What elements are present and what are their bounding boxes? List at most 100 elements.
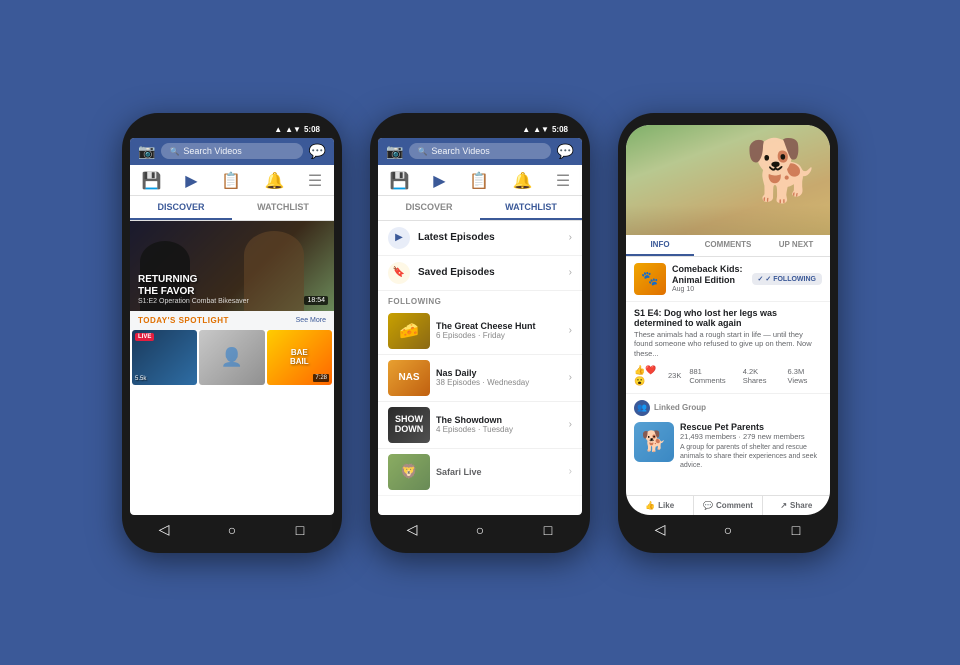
comments-count-3: 881 Comments (689, 367, 734, 385)
search-bar-2[interactable]: 🔍 Search Videos (409, 143, 550, 159)
square-btn-1[interactable]: □ (291, 521, 309, 539)
tab-save-2[interactable]: 💾 (390, 171, 410, 191)
nas-text: NAS (398, 372, 419, 383)
comment-icon-3: 💬 (703, 501, 713, 510)
saved-icon: 🔖 (388, 262, 410, 284)
tab-play-1[interactable]: ▶ (185, 171, 197, 191)
tab-bell-1[interactable]: 🔔 (264, 171, 284, 191)
search-icon-2: 🔍 (417, 147, 427, 156)
following-row-showdown[interactable]: SHOWDOWN The Showdown 4 Episodes · Tuesd… (378, 402, 582, 449)
like-icon-3: 👍 (645, 501, 655, 510)
tab-bar-1: 💾 ▶ 📋 🔔 ☰ (130, 165, 334, 196)
hero-image-1: RETURNINGTHE FAVOR S1:E2 Operation Comba… (130, 221, 334, 311)
show-thumb-3: 🐾 (634, 263, 666, 295)
saved-chevron: › (569, 267, 572, 278)
search-bar-1[interactable]: 🔍 Search Videos (161, 143, 302, 159)
like-btn-3[interactable]: 👍 Like (626, 496, 694, 515)
status-icons-1: ▲ ▲▼ 5:08 (274, 125, 320, 134)
back-btn-2[interactable]: ◁ (403, 521, 421, 539)
spotlight-header-1: TODAY'S SPOTLIGHT See More (130, 311, 334, 330)
bae-text: BAEBAIL (290, 348, 309, 366)
cheese-icon: 🧀 (399, 321, 419, 341)
back-btn-3[interactable]: ◁ (651, 521, 669, 539)
spotlight-item-1[interactable]: LIVE 5.5k (132, 330, 197, 385)
tab-menu-1[interactable]: ☰ (308, 171, 322, 191)
tab-menu-2[interactable]: ☰ (556, 171, 570, 191)
saved-episodes-row[interactable]: 🔖 Saved Episodes › (378, 256, 582, 291)
screen-2: 📷 🔍 Search Videos 💬 💾 ▶ 📋 🔔 ☰ DISCOVER W… (378, 138, 582, 515)
square-btn-3[interactable]: □ (787, 521, 805, 539)
discover-tab-1[interactable]: DISCOVER (130, 196, 232, 220)
detail-hero-3: 🐕 (626, 125, 830, 235)
share-btn-3[interactable]: ↗ Share (763, 496, 830, 515)
status-bar-1: ▲ ▲▼ 5:08 (130, 125, 334, 138)
upnext-tab-3[interactable]: UP NEXT (762, 235, 830, 256)
comments-tab-3[interactable]: COMMENTS (694, 235, 762, 256)
messenger-icon-2[interactable]: 💬 (557, 143, 574, 160)
home-btn-2[interactable]: ○ (471, 521, 489, 539)
show-info-3: Comeback Kids: Animal Edition Aug 10 (672, 264, 746, 293)
group-info-3: Rescue Pet Parents 21,493 members · 279 … (680, 422, 822, 470)
signal-icon-2: ▲▼ (533, 125, 549, 134)
linked-group-content-3: 🐕 Rescue Pet Parents 21,493 members · 27… (626, 419, 830, 476)
see-more-btn-1[interactable]: See More (296, 317, 326, 324)
following-row-safari[interactable]: 🦁 Safari Live › (378, 449, 582, 496)
tab-save-1[interactable]: 💾 (142, 171, 162, 191)
following-info-nas: Nas Daily 38 Episodes · Wednesday (436, 368, 563, 387)
tab-grid-2[interactable]: 📋 (469, 171, 489, 191)
status-icons-2: ▲ ▲▼ 5:08 (522, 125, 568, 134)
camera-icon-2[interactable]: 📷 (386, 143, 403, 160)
share-icon-3: ↗ (780, 501, 787, 510)
time-1: 5:08 (304, 125, 320, 134)
following-info-showdown: The Showdown 4 Episodes · Tuesday (436, 415, 563, 434)
safari-chevron: › (569, 466, 572, 477)
reaction-count-3: 23K (668, 371, 681, 380)
messenger-icon-1[interactable]: 💬 (309, 143, 326, 160)
screen-3: 🐕 INFO COMMENTS UP NEXT 🐾 Comeback Kids:… (626, 125, 830, 515)
hero-subtitle-1: S1:E2 Operation Combat Bikesaver (138, 298, 249, 305)
tab-bell-2[interactable]: 🔔 (512, 171, 532, 191)
latest-episodes-row[interactable]: ▶ Latest Episodes › (378, 221, 582, 256)
bottom-nav-2: ◁ ○ □ (378, 515, 582, 541)
reactions-row-3: 👍❤️😮 23K 881 Comments 4.2K Shares 6.3M V… (626, 365, 830, 394)
following-info-cheese: The Great Cheese Hunt 6 Episodes · Frida… (436, 321, 563, 340)
cheese-title: The Great Cheese Hunt (436, 321, 563, 331)
info-tab-3[interactable]: INFO (626, 235, 694, 256)
thumb-safari: 🦁 (388, 454, 430, 490)
watchlist-tab-2[interactable]: WATCHLIST (480, 196, 582, 220)
comment-btn-3[interactable]: 💬 Comment (694, 496, 762, 515)
home-btn-3[interactable]: ○ (719, 521, 737, 539)
following-btn-3[interactable]: ✓ ✓ FOLLOWING (752, 273, 822, 285)
hero-title-1: RETURNINGTHE FAVOR (138, 274, 249, 298)
reaction-emojis-3: 👍❤️😮 (634, 365, 664, 387)
following-row-nas[interactable]: NAS Nas Daily 38 Episodes · Wednesday › (378, 355, 582, 402)
back-btn-1[interactable]: ◁ (155, 521, 173, 539)
section-tabs-1: DISCOVER WATCHLIST (130, 196, 334, 221)
action-bar-3: 👍 Like 💬 Comment ↗ Share (626, 495, 830, 515)
hero-gradient (626, 205, 830, 235)
following-info-safari: Safari Live (436, 467, 563, 477)
fb-header-2: 📷 🔍 Search Videos 💬 (378, 138, 582, 165)
latest-label: Latest Episodes (418, 232, 561, 243)
fb-header-1: 📷 🔍 Search Videos 💬 (130, 138, 334, 165)
hero-duration-1: 18:54 (304, 296, 328, 305)
wifi-icon: ▲ (274, 125, 282, 134)
watchlist-tab-1[interactable]: WATCHLIST (232, 196, 334, 220)
bookmark-icon: 🔖 (393, 267, 405, 278)
home-btn-1[interactable]: ○ (223, 521, 241, 539)
search-placeholder-1: Search Videos (183, 146, 241, 156)
square-btn-2[interactable]: □ (539, 521, 557, 539)
phone-1: ▲ ▲▼ 5:08 📷 🔍 Search Videos 💬 💾 ▶ 📋 🔔 ☰ … (122, 113, 342, 553)
show-thumb-icon: 🐾 (641, 270, 658, 287)
showdown-title: The Showdown (436, 415, 563, 425)
tab-play-2[interactable]: ▶ (433, 171, 445, 191)
spotlight-item-3[interactable]: BAEBAIL 7:28 (267, 330, 332, 385)
nas-title: Nas Daily (436, 368, 563, 378)
camera-icon-1[interactable]: 📷 (138, 143, 155, 160)
search-placeholder-2: Search Videos (431, 146, 489, 156)
tab-grid-1[interactable]: 📋 (221, 171, 241, 191)
discover-tab-2[interactable]: DISCOVER (378, 196, 480, 220)
following-row-cheese[interactable]: 🧀 The Great Cheese Hunt 6 Episodes · Fri… (378, 308, 582, 355)
spotlight-item-2[interactable]: 👤 (199, 330, 264, 385)
phone-3: 🐕 INFO COMMENTS UP NEXT 🐾 Comeback Kids:… (618, 113, 838, 553)
